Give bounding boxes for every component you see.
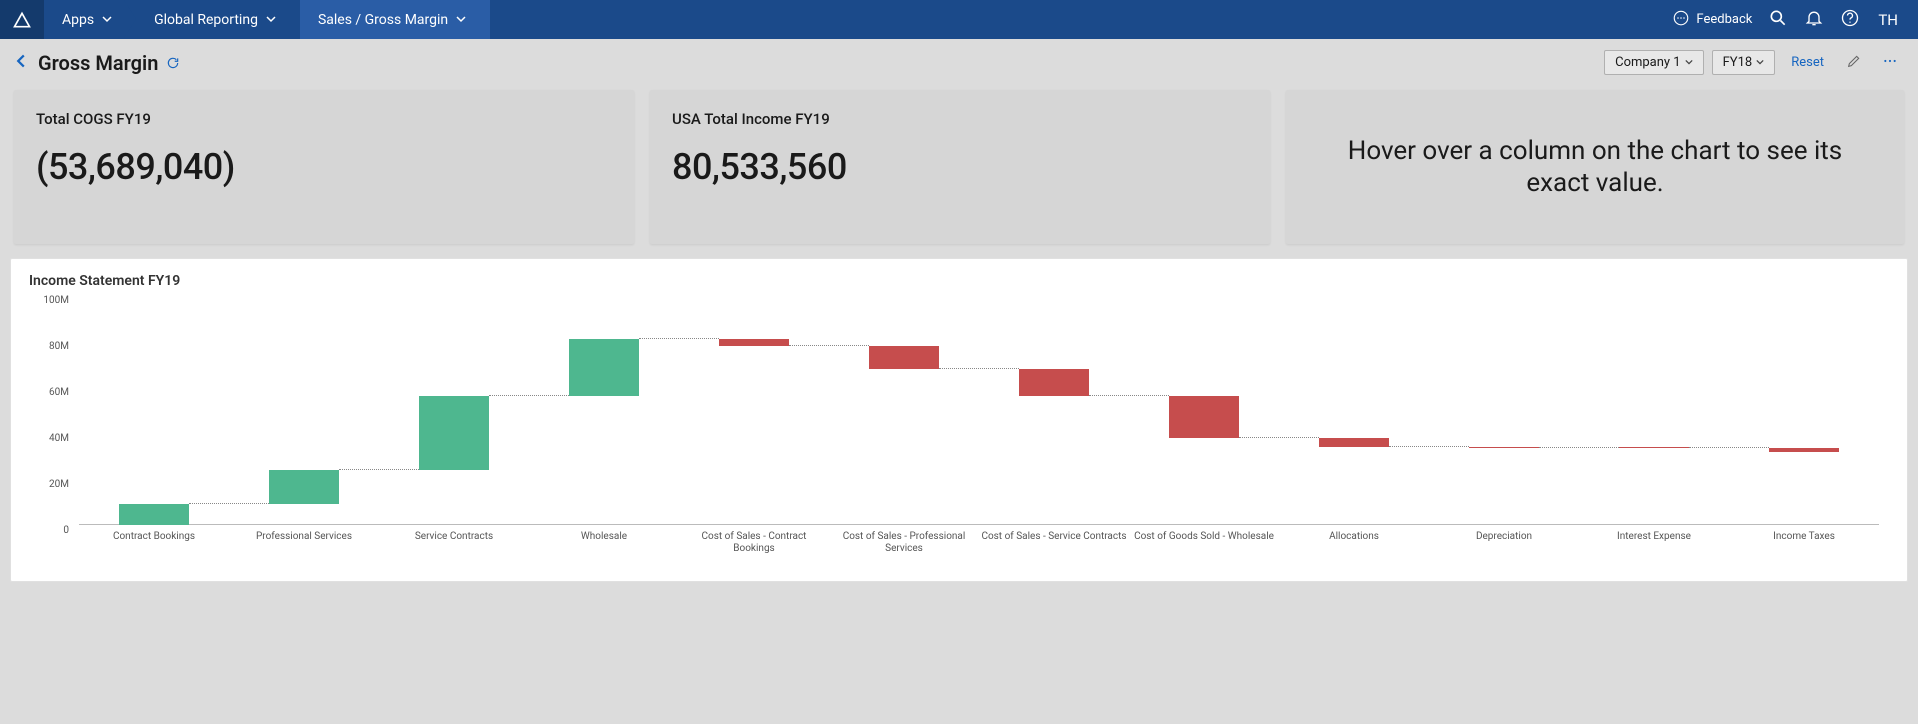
refresh-button[interactable]	[166, 51, 180, 75]
breadcrumb-label: Global Reporting	[154, 12, 258, 28]
chart-connector	[189, 503, 269, 504]
chevron-down-icon	[456, 12, 466, 28]
chart-title: Income Statement FY19	[29, 273, 1889, 289]
chart-baseline	[79, 524, 1879, 525]
chart-bar[interactable]	[719, 339, 789, 346]
user-avatar[interactable]: TH	[1868, 11, 1908, 29]
nav-apps[interactable]: Apps	[44, 0, 136, 39]
edit-button[interactable]	[1840, 49, 1868, 77]
notifications-button[interactable]	[1796, 0, 1832, 39]
nav-breadcrumb-global-reporting[interactable]: Global Reporting	[136, 0, 300, 39]
chevron-down-icon	[102, 12, 112, 28]
chart-bar[interactable]	[1019, 369, 1089, 397]
chart-bar[interactable]	[569, 339, 639, 397]
chart-bar[interactable]	[119, 504, 189, 525]
year-dropdown[interactable]: FY18	[1712, 50, 1776, 75]
chart-bar[interactable]	[1619, 447, 1689, 448]
chart-bar[interactable]	[1169, 396, 1239, 437]
hint-text: Hover over a column on the chart to see …	[1326, 135, 1864, 200]
back-button[interactable]	[14, 49, 38, 76]
chart-connector	[489, 395, 569, 396]
chart-x-axis: Contract BookingsProfessional ServicesSe…	[79, 531, 1879, 555]
chart-connector	[639, 338, 719, 339]
chart-bar[interactable]	[1769, 448, 1839, 451]
chart-x-label: Cost of Sales - Contract Bookings	[679, 531, 829, 555]
dropdown-label: Company 1	[1615, 55, 1681, 70]
header-right: Company 1 FY18 Reset	[1604, 49, 1904, 77]
chart-x-label: Service Contracts	[379, 531, 529, 555]
dropdown-label: FY18	[1723, 55, 1753, 70]
chart-connector	[339, 469, 419, 470]
nav-right: Feedback TH	[1664, 0, 1918, 39]
chart-bar[interactable]	[1319, 438, 1389, 447]
chart-connector	[789, 345, 869, 346]
kpi-label: Total COGS FY19	[36, 110, 612, 128]
chart-bar[interactable]	[269, 470, 339, 505]
chart-x-label: Interest Expense	[1579, 531, 1729, 555]
help-button[interactable]	[1832, 0, 1868, 39]
breadcrumb-label: Sales / Gross Margin	[318, 12, 448, 28]
chart-connector	[1089, 395, 1169, 396]
chevron-down-icon	[266, 12, 276, 28]
chart-x-label: Depreciation	[1429, 531, 1579, 555]
kpi-label: USA Total Income FY19	[672, 110, 1248, 128]
chart-connector	[1539, 447, 1619, 448]
nav-breadcrumb-sales-gross-margin[interactable]: Sales / Gross Margin	[300, 0, 490, 39]
chart-x-label: Allocations	[1279, 531, 1429, 555]
chart-bar[interactable]	[869, 346, 939, 369]
chart-connector	[1689, 447, 1769, 448]
feedback-button[interactable]: Feedback	[1664, 9, 1760, 31]
chart-card-income-statement: Income Statement FY19 020M40M60M80M100M …	[10, 258, 1908, 582]
search-button[interactable]	[1760, 0, 1796, 39]
search-icon	[1768, 8, 1788, 32]
company-dropdown[interactable]: Company 1	[1604, 50, 1704, 75]
chart-x-label: Professional Services	[229, 531, 379, 555]
chevron-down-icon	[1756, 55, 1764, 70]
chart-area[interactable]: 020M40M60M80M100M Contract BookingsProfe…	[29, 295, 1889, 565]
kpi-value: (53,689,040)	[36, 146, 612, 188]
kpi-card-usa-total-income: USA Total Income FY19 80,533,560	[650, 90, 1270, 244]
page-header: Gross Margin Company 1 FY18 Reset	[0, 39, 1918, 86]
kpi-cards-row: Total COGS FY19 (53,689,040) USA Total I…	[0, 86, 1918, 244]
chevron-down-icon	[1685, 55, 1693, 70]
hint-card: Hover over a column on the chart to see …	[1286, 90, 1904, 244]
app-logo[interactable]	[0, 0, 44, 39]
reset-link[interactable]: Reset	[1783, 55, 1832, 70]
feedback-label: Feedback	[1696, 12, 1752, 27]
chart-x-label: Cost of Sales - Service Contracts	[979, 531, 1129, 555]
page-title: Gross Margin	[38, 51, 180, 75]
chart-bar[interactable]	[1469, 447, 1539, 448]
chart-x-label: Income Taxes	[1729, 531, 1879, 555]
chart-x-label: Cost of Sales - Professional Services	[829, 531, 979, 555]
chart-connector	[939, 368, 1019, 369]
chart-connector	[1239, 437, 1319, 438]
more-button[interactable]	[1876, 49, 1904, 77]
kpi-value: 80,533,560	[672, 146, 1248, 188]
help-icon	[1840, 8, 1860, 32]
chat-icon	[1672, 9, 1690, 31]
bell-icon	[1804, 8, 1824, 32]
chart-x-label: Cost of Goods Sold - Wholesale	[1129, 531, 1279, 555]
chart-bar[interactable]	[419, 396, 489, 470]
chart-y-axis: 020M40M60M80M100M	[29, 295, 73, 525]
page-title-text: Gross Margin	[38, 51, 158, 75]
chart-x-label: Wholesale	[529, 531, 679, 555]
top-nav: Apps Global Reporting Sales / Gross Marg…	[0, 0, 1918, 39]
nav-apps-label: Apps	[62, 12, 94, 28]
kpi-card-total-cogs: Total COGS FY19 (53,689,040)	[14, 90, 634, 244]
chart-x-label: Contract Bookings	[79, 531, 229, 555]
chart-connector	[1389, 446, 1469, 447]
chart-plot	[79, 295, 1879, 525]
